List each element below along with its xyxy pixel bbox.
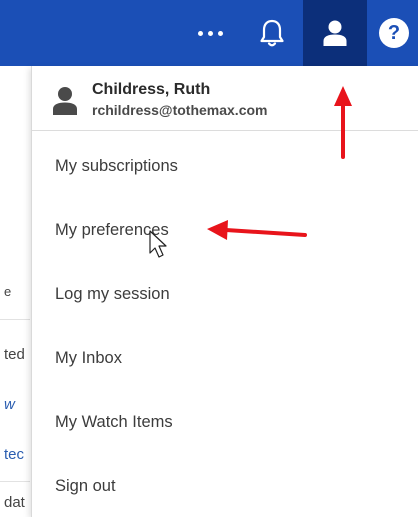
- help-button[interactable]: ?: [370, 0, 418, 66]
- menu-item-label: My Inbox: [55, 348, 122, 367]
- menu-item-sign-out[interactable]: Sign out: [32, 456, 418, 516]
- user-card: Childress, Ruth rchildress@tothemax.com: [32, 66, 418, 131]
- top-nav-bar: ?: [0, 0, 418, 66]
- user-dropdown-menu: Childress, Ruth rchildress@tothemax.com …: [31, 66, 418, 517]
- user-icon: [323, 20, 347, 46]
- menu-item-preferences[interactable]: My preferences: [32, 200, 418, 260]
- background-text: dat: [4, 494, 25, 511]
- help-label: ?: [387, 21, 401, 44]
- background-text: tec: [4, 446, 25, 463]
- background-page: e ted w tec dat: [0, 66, 30, 517]
- user-email: rchildress@tothemax.com: [92, 102, 268, 118]
- help-icon: ?: [379, 18, 409, 48]
- divider: [0, 481, 30, 482]
- menu-item-label: My Watch Items: [55, 412, 173, 431]
- divider: [0, 319, 30, 320]
- user-name: Childress, Ruth: [92, 81, 211, 98]
- menu-item-inbox[interactable]: My Inbox: [32, 328, 418, 388]
- menu-item-label: My preferences: [55, 220, 169, 239]
- background-text: e: [4, 284, 12, 299]
- background-text: ted: [4, 346, 25, 363]
- menu-item-label: My subscriptions: [55, 156, 178, 175]
- menu-item-log-session[interactable]: Log my session: [32, 264, 418, 324]
- more-icon: [197, 30, 223, 36]
- menu-item-label: Sign out: [55, 476, 116, 495]
- menu-item-subscriptions[interactable]: My subscriptions: [32, 136, 418, 196]
- user-menu-button[interactable]: [303, 0, 367, 66]
- notifications-button[interactable]: [248, 0, 296, 66]
- bell-icon: [260, 19, 284, 47]
- menu-item-watch-items[interactable]: My Watch Items: [32, 392, 418, 452]
- avatar-icon: [53, 87, 77, 115]
- menu-item-label: Log my session: [55, 284, 170, 303]
- more-options-button[interactable]: [186, 0, 234, 66]
- background-link[interactable]: w: [4, 396, 15, 413]
